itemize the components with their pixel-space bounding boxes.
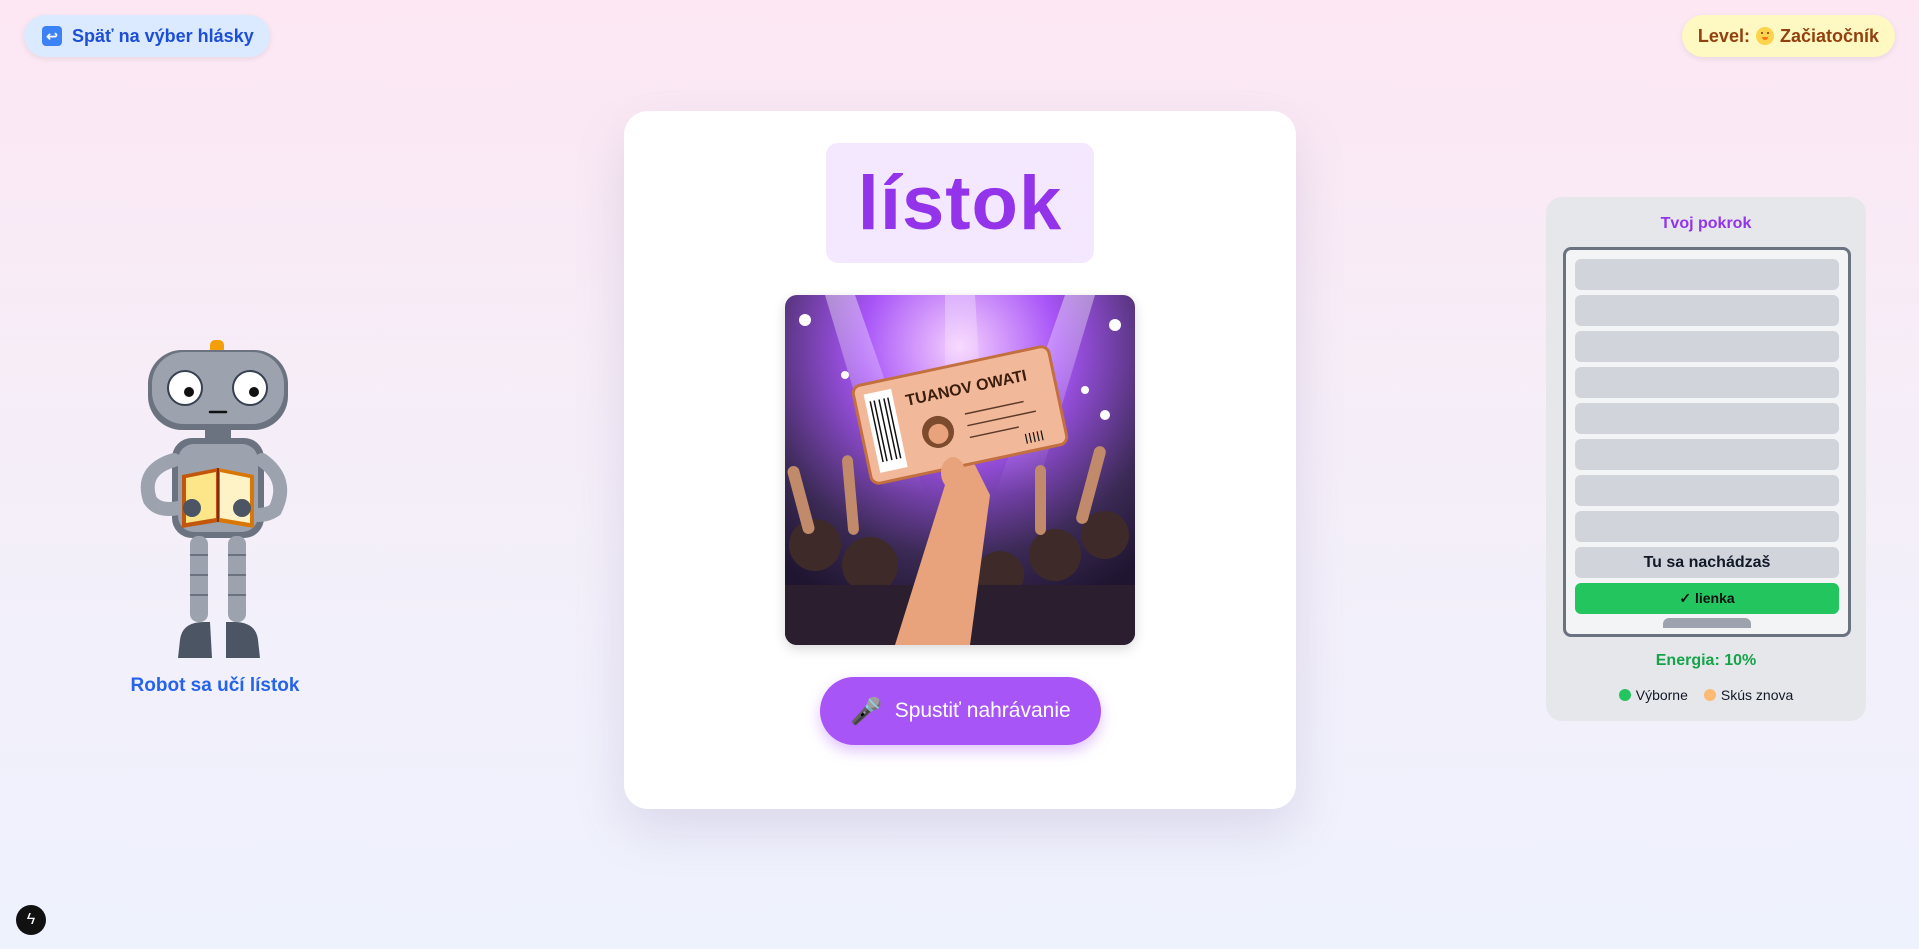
legend-item-try-again: Skús znova [1703,687,1794,703]
legend-item-excellent: Výborne [1618,687,1688,703]
start-recording-label: Spustiť nahrávanie [894,699,1071,722]
progress-title: Tvoj pokrok [1660,215,1752,232]
word-box: lístok [826,143,1094,263]
completed-word-slot: ✓ lienka [1575,583,1839,614]
microphone-icon: 🎤 [850,695,883,726]
progress-slot [1575,295,1839,326]
back-to-sound-selection-button[interactable]: ↩ Späť na výber hlásky [24,15,270,57]
progress-tube: Tu sa nachádzaš ✓ lienka [1563,247,1851,637]
robot-illustration [130,340,300,660]
baby-face-icon [1755,27,1774,45]
level-prefix: Level: [1697,25,1750,46]
back-button-label: Späť na výber hlásky [72,25,254,46]
progress-slot [1575,331,1839,362]
progress-slot [1575,259,1839,290]
progress-slot [1575,439,1839,470]
legend-label: Skús znova [1720,687,1794,703]
tube-base [1663,618,1751,628]
progress-slot [1575,403,1839,434]
green-dot-icon [1618,689,1631,701]
progress-legend: Výborne Skús znova [1546,687,1866,703]
word-picture: TUANOV OWATI [785,295,1135,645]
word-card: lístok TUANOV OWATI 🎤 Spustiť nahrávanie [624,111,1296,809]
start-recording-button[interactable]: 🎤 Spustiť nahrávanie [820,677,1101,745]
energy-level: Energia: 10% [1655,652,1757,669]
level-value: Začiatočník [1779,25,1879,46]
current-position-slot: Tu sa nachádzaš [1575,547,1839,578]
orange-dot-icon [1703,689,1716,701]
target-word: lístok [857,160,1063,246]
progress-slot [1575,511,1839,542]
level-badge: Level: Začiatočník [1681,15,1895,57]
return-arrow-icon: ↩ [42,26,62,46]
progress-panel: Tvoj pokrok Tu sa nachádzaš ✓ lienka Ene… [1546,197,1866,721]
progress-slot [1575,367,1839,398]
progress-slot [1575,475,1839,506]
robot-caption: Robot sa učí lístok [130,675,300,696]
legend-label: Výborne [1635,687,1688,703]
lightning-bolt-icon[interactable]: ϟ [16,905,46,935]
